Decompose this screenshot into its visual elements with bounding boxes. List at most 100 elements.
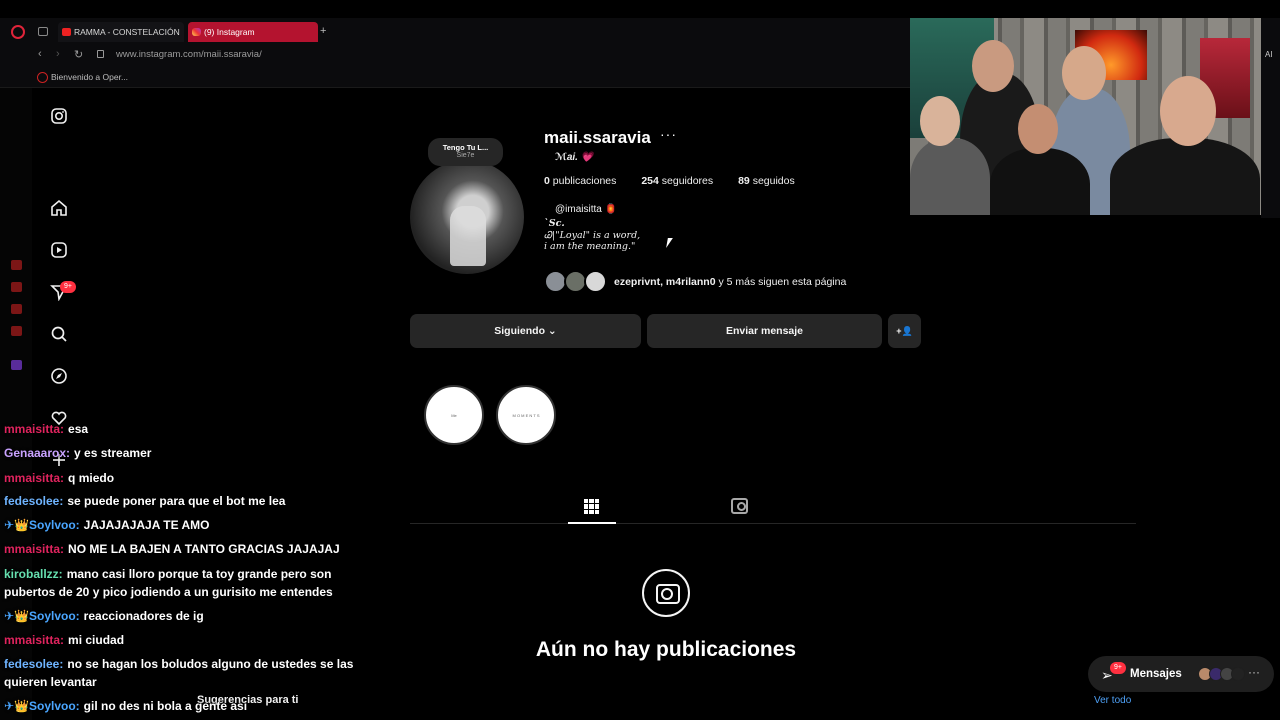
more-options-icon[interactable]: ··· [660,126,677,142]
webcam-overlay [910,18,1261,215]
workspaces-icon[interactable] [38,27,48,36]
lock-icon [97,50,104,58]
chat-text: reaccionadores de ig [83,609,204,623]
home-icon[interactable] [49,198,69,218]
send-message-button[interactable]: Enviar mensaje [647,314,882,348]
chat-user: ✈👑Soylvoo: [4,609,80,623]
chat-message: Genaaarox: y es streamer [4,444,151,462]
followers-label: seguidores [661,175,714,187]
profile-full-name: ℳai. 💗 [555,152,593,163]
chat-message: mmaisitta: mi ciudad [4,631,124,649]
camera-icon [642,569,690,617]
story-highlight[interactable]: M O M E N T S [496,385,556,445]
opera-sidebar [0,88,32,720]
full-name-text: ℳai. [555,152,578,163]
tab-ramma[interactable]: RAMMA - CONSTELACIÓN [58,22,184,42]
profile-stats: 0 publicaciones 254 seguidores 89 seguid… [544,175,817,187]
explore-icon[interactable] [49,366,69,386]
person-head [1062,46,1106,100]
followers-stat[interactable]: 254 seguidores [641,175,724,187]
forward-icon[interactable]: › [56,48,60,60]
following-count: 89 [738,175,750,187]
posts-count: 0 [544,175,550,187]
back-icon[interactable]: ‹ [38,48,42,60]
chat-text: NO ME LA BAJEN A TANTO GRACIAS JAJAJAJ [68,542,340,556]
person [1110,138,1260,215]
mouse-cursor [666,238,673,248]
mutual-avatar [584,270,607,293]
chat-text: q miedo [68,471,115,485]
chat-message: ✈👑Soylvoo: reaccionadores de ig [4,607,204,625]
bio-line: Ꮚ|"Loyal" is a word, [544,229,641,241]
messages-drawer[interactable]: ➢ 9+ Mensajes ··· [1088,656,1274,692]
chat-user: mmaisitta: [4,542,65,556]
instagram-icon [192,28,201,36]
tab-instagram[interactable]: (9) Instagram [188,22,318,42]
chat-message: mmaisitta: q miedo [4,469,114,487]
chat-user: fedesolee: [4,494,64,508]
sidebar-app-icon[interactable] [11,326,22,336]
chat-message: ✈👑Soylvoo: gil no des ni bola a gente asi [4,697,247,715]
highlight-label: M O M E N T S [512,412,540,418]
new-tab-button[interactable]: + [320,25,326,37]
profile-bio: `Sc. Ꮚ|"Loyal" is a word, i am the meani… [544,218,640,253]
bio-line: `Sc. [544,218,565,229]
browser-right-edge: AI [1261,18,1280,218]
chat-user: Genaaarox: [4,446,71,460]
mutual-followers-text[interactable]: ezeprivnt, m4rilann0 y 5 más siguen esta… [614,276,846,288]
person-head [1160,76,1216,146]
sidebar-app-icon[interactable] [11,260,22,270]
chat-message: mmaisitta: NO ME LA BAJEN A TANTO GRACIAS… [4,540,340,558]
chat-text: mi ciudad [68,633,125,647]
messages-badge: 9+ [1110,662,1126,674]
messages-more-icon[interactable]: ··· [1248,665,1260,679]
notifications-badge: 9+ [60,281,76,293]
twitch-icon[interactable] [11,360,22,370]
avatar [1231,667,1245,681]
following-button[interactable]: Siguiendo ⌄ [410,314,641,348]
reels-icon[interactable] [49,240,69,260]
reload-icon[interactable]: ↻ [74,48,83,61]
profile-mention[interactable]: @imaisitta 🏮 [555,204,617,215]
mutual-rest: y 5 más siguen esta página [718,276,847,288]
chat-user: fedesolee: [4,657,64,671]
instagram-logo-icon[interactable] [49,106,69,126]
bookmarks-bar: Bienvenido a Oper... [0,66,910,88]
profile-avatar[interactable] [410,160,524,274]
chat-user: mmaisitta: [4,422,65,436]
person [990,148,1090,215]
browser-tab-bar: RAMMA - CONSTELACIÓN (9) Instagram + [0,18,910,44]
suggest-user-button[interactable]: +👤 [888,314,921,348]
posts-label: publicaciones [552,175,617,187]
sidebar-app-icon[interactable] [11,282,22,292]
posts-stat: 0 publicaciones [544,175,627,187]
see-all-link[interactable]: Ver todo [1094,695,1131,706]
profile-note[interactable]: Tengo Tu L... Sie7e [428,138,503,166]
tab-posts-grid-icon[interactable] [584,499,599,514]
chat-user: ✈👑Soylvoo: [4,518,80,532]
followers-count: 254 [641,175,659,187]
messages-label: Mensajes [1130,668,1182,680]
chat-user: kiroballzz: [4,567,63,581]
following-stat[interactable]: 89 seguidos [738,175,806,187]
url-text[interactable]: www.instagram.com/maii.ssaravia/ [116,49,262,60]
messages-avatars [1198,667,1248,681]
top-black-strip [0,0,1280,18]
person-head [972,40,1014,92]
following-label: seguidos [752,175,795,187]
sidebar-app-icon[interactable] [11,304,22,314]
search-icon[interactable] [49,324,69,344]
tab-tagged-icon[interactable] [731,498,748,514]
chat-message: ✈👑Soylvoo: JAJAJAJAJA TE AMO [4,516,209,534]
ai-label[interactable]: AI [1265,50,1273,59]
mutual-names: ezeprivnt, m4rilann0 [614,276,716,288]
opera-logo-icon[interactable] [11,25,25,39]
screen: RAMMA - CONSTELACIÓN (9) Instagram + ‹ ›… [0,0,1280,720]
bookmark-opera[interactable]: Bienvenido a Oper... [37,72,128,83]
tabs-divider [410,523,1136,524]
address-bar: ‹ › ↻ www.instagram.com/maii.ssaravia/ [0,44,910,66]
chat-user: ✈👑Soylvoo: [4,699,80,713]
tab-label: RAMMA - CONSTELACIÓN [74,27,180,37]
story-highlight[interactable]: Me [424,385,484,445]
person-head [920,96,960,146]
